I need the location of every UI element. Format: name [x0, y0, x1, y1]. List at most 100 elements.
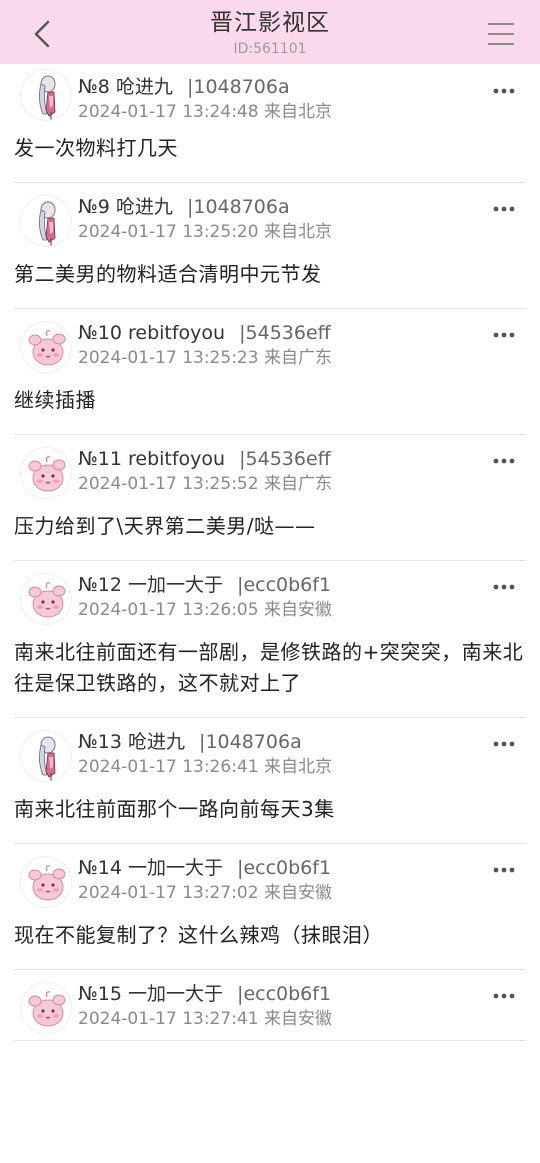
- post-user-id: |ecc0b6f1: [237, 574, 332, 596]
- post-author-line: №14 一加一大于 |ecc0b6f1: [78, 856, 331, 880]
- post-item: №15 一加一大于 |ecc0b6f1 2024-01-17 13:27:41 …: [14, 970, 526, 1041]
- post-user-id: |1048706a: [199, 731, 302, 753]
- post-location: 来自北京: [263, 222, 332, 242]
- post-header: №10 rebitfoyou |54536eff 2024-01-17 13:2…: [14, 309, 526, 379]
- character-avatar[interactable]: [20, 195, 72, 247]
- post-item: №10 rebitfoyou |54536eff 2024-01-17 13:2…: [14, 309, 526, 435]
- post-item: №8 呛进九 |1048706a 2024-01-17 13:24:48 来自北…: [14, 64, 526, 183]
- back-button[interactable]: [26, 14, 62, 54]
- post-floor: №14: [78, 857, 122, 879]
- pink-creature-avatar[interactable]: [20, 573, 72, 625]
- post-username[interactable]: 一加一大于: [128, 857, 223, 879]
- post-floor: №9: [78, 196, 110, 218]
- pink-creature-avatar[interactable]: [20, 856, 72, 908]
- post-location: 来自北京: [263, 757, 332, 777]
- post-location: 来自安徽: [263, 883, 332, 903]
- post-item: №13 呛进九 |1048706a 2024-01-17 13:26:41 来自…: [14, 718, 526, 844]
- post-time: 2024-01-17 13:26:05: [78, 600, 259, 620]
- post-user-id: |ecc0b6f1: [237, 983, 332, 1005]
- post-author-line: №13 呛进九 |1048706a: [78, 730, 302, 754]
- post-header: №14 一加一大于 |ecc0b6f1 2024-01-17 13:27:02 …: [14, 844, 526, 914]
- header-title-group: 晋江影视区 ID:561101: [120, 8, 420, 58]
- post-username[interactable]: 一加一大于: [128, 983, 223, 1005]
- post-item: №9 呛进九 |1048706a 2024-01-17 13:25:20 来自北…: [14, 183, 526, 309]
- post-meta: 2024-01-17 13:27:41 来自安徽: [78, 1008, 332, 1030]
- post-username[interactable]: 呛进九: [128, 731, 185, 753]
- post-location: 来自广东: [263, 348, 332, 368]
- post-content: 压力给到了\天界第二美男/哒——: [14, 514, 316, 538]
- post-user-id: |54536eff: [239, 448, 331, 470]
- post-header: №9 呛进九 |1048706a 2024-01-17 13:25:20 来自北…: [14, 183, 526, 253]
- ellipsis-icon: [493, 993, 515, 999]
- post-author-line: №12 一加一大于 |ecc0b6f1: [78, 573, 331, 597]
- post-meta: 2024-01-17 13:25:23 来自广东: [78, 347, 332, 369]
- post-floor: №13: [78, 731, 122, 753]
- more-options-button[interactable]: [492, 451, 516, 471]
- ellipsis-icon: [493, 332, 515, 338]
- post-location: 来自广东: [263, 474, 332, 494]
- post-header: №12 一加一大于 |ecc0b6f1 2024-01-17 13:26:05 …: [14, 561, 526, 631]
- post-header: №15 一加一大于 |ecc0b6f1 2024-01-17 13:27:41 …: [14, 970, 526, 1040]
- hamburger-menu-icon: [488, 23, 514, 45]
- post-time: 2024-01-17 13:27:41: [78, 1009, 259, 1029]
- character-avatar[interactable]: [20, 69, 72, 121]
- app-header: 晋江影视区 ID:561101: [0, 0, 540, 64]
- character-avatar[interactable]: [20, 730, 72, 782]
- ellipsis-icon: [493, 88, 515, 94]
- post-location: 来自北京: [263, 102, 332, 122]
- post-floor: №12: [78, 574, 122, 596]
- pink-creature-avatar[interactable]: [20, 321, 72, 373]
- post-username[interactable]: 呛进九: [116, 196, 173, 218]
- post-author-line: №10 rebitfoyou |54536eff: [78, 321, 331, 345]
- more-options-button[interactable]: [492, 734, 516, 754]
- more-options-button[interactable]: [492, 860, 516, 880]
- more-options-button[interactable]: [492, 577, 516, 597]
- post-content: 南来北往前面还有一部剧，是修铁路的+突突突，南来北往是保卫铁路的，这不就对上了: [14, 640, 524, 695]
- post-content: 第二美男的物料适合清明中元节发: [14, 262, 322, 286]
- ellipsis-icon: [493, 867, 515, 873]
- post-header: №11 rebitfoyou |54536eff 2024-01-17 13:2…: [14, 435, 526, 505]
- chevron-left-icon: [34, 20, 50, 48]
- pink-creature-avatar[interactable]: [20, 982, 72, 1034]
- post-meta: 2024-01-17 13:25:52 来自广东: [78, 473, 332, 495]
- post-header: №8 呛进九 |1048706a 2024-01-17 13:24:48 来自北…: [14, 64, 526, 127]
- post-time: 2024-01-17 13:25:23: [78, 348, 259, 368]
- post-location: 来自安徽: [263, 600, 332, 620]
- more-options-button[interactable]: [492, 199, 516, 219]
- ellipsis-icon: [493, 206, 515, 212]
- post-floor: №15: [78, 983, 122, 1005]
- post-user-id: |1048706a: [186, 76, 290, 98]
- post-floor: №11: [78, 448, 122, 470]
- post-username[interactable]: rebitfoyou: [128, 322, 225, 344]
- page-title: 晋江影视区: [210, 10, 330, 36]
- page-subtitle: ID:561101: [233, 41, 307, 57]
- ellipsis-icon: [493, 741, 515, 747]
- post-username[interactable]: 一加一大于: [128, 574, 223, 596]
- post-item: №12 一加一大于 |ecc0b6f1 2024-01-17 13:26:05 …: [14, 561, 526, 718]
- post-item: №14 一加一大于 |ecc0b6f1 2024-01-17 13:27:02 …: [14, 844, 526, 970]
- post-content: 发一次物料打几天: [14, 136, 178, 160]
- post-author-line: №9 呛进九 |1048706a: [78, 195, 290, 219]
- more-options-button[interactable]: [492, 325, 516, 345]
- post-content: 南来北往前面那个一路向前每天3集: [14, 797, 335, 821]
- post-content: 现在不能复制了？这什么辣鸡（抹眼泪）: [14, 923, 383, 947]
- post-meta: 2024-01-17 13:24:48 来自北京: [78, 101, 332, 123]
- menu-button[interactable]: [486, 20, 516, 48]
- more-options-button[interactable]: [492, 986, 516, 1006]
- post-username[interactable]: 呛进九: [116, 76, 173, 98]
- more-options-button[interactable]: [492, 81, 516, 101]
- post-time: 2024-01-17 13:25:52: [78, 474, 259, 494]
- post-list: №8 呛进九 |1048706a 2024-01-17 13:24:48 来自北…: [0, 64, 540, 1163]
- post-location: 来自安徽: [263, 1009, 332, 1029]
- post-floor: №8: [78, 76, 110, 98]
- post-content: 继续插播: [14, 388, 96, 412]
- post-meta: 2024-01-17 13:27:02 来自安徽: [78, 882, 332, 904]
- post-user-id: |1048706a: [186, 196, 290, 218]
- post-time: 2024-01-17 13:26:41: [78, 757, 259, 777]
- ellipsis-icon: [493, 584, 515, 590]
- post-time: 2024-01-17 13:25:20: [78, 222, 259, 242]
- post-author-line: №15 一加一大于 |ecc0b6f1: [78, 982, 331, 1006]
- post-floor: №10: [78, 322, 122, 344]
- pink-creature-avatar[interactable]: [20, 447, 72, 499]
- post-username[interactable]: rebitfoyou: [128, 448, 225, 470]
